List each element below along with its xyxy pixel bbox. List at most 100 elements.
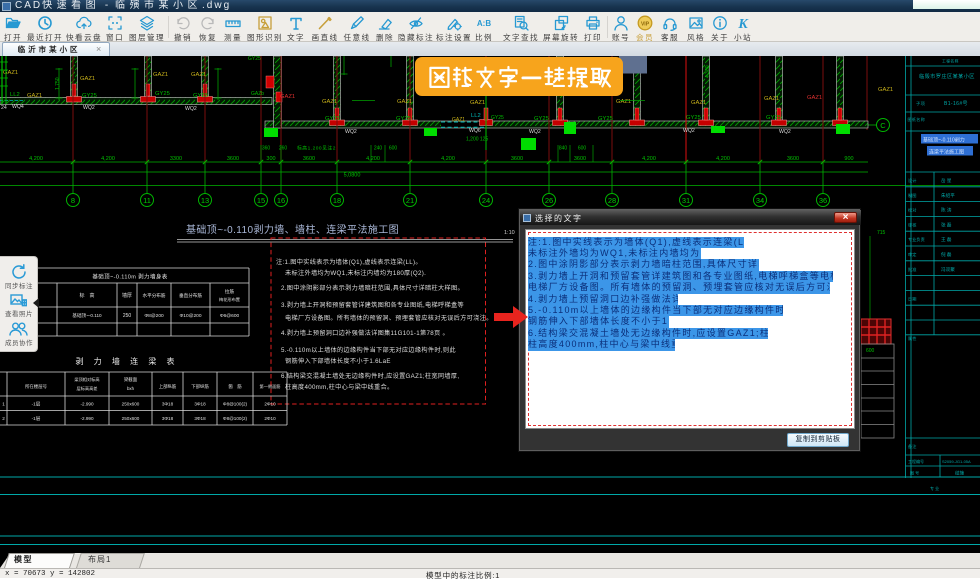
svg-text:GAZ1: GAZ1	[397, 99, 412, 105]
svg-text:结施: 结施	[955, 470, 965, 477]
svg-text:GY25: GY25	[491, 115, 504, 121]
svg-text:GY25: GY25	[598, 116, 613, 122]
svg-text:子项: 子项	[916, 100, 926, 107]
svg-text:24: 24	[1, 105, 7, 111]
svg-text:3600: 3600	[574, 156, 586, 162]
svg-text:S2059-JG1-05A: S2059-JG1-05A	[942, 459, 971, 464]
svg-text:箇 筋: 箇 筋	[228, 383, 242, 390]
svg-text:2.图中涂阴影部分表示剥力墙暗柱范围,具体尺寸详暗柱大样图。: 2.图中涂阴影部分表示剥力墙暗柱范围,具体尺寸详暗柱大样图。	[281, 284, 464, 292]
svg-text:1,750: 1,750	[55, 77, 61, 90]
svg-text:属性: 属性	[908, 335, 916, 342]
svg-text:4.剥力墙上预留洞口边补强做法详图集11G101-1第78页: 4.剥力墙上预留洞口边补强做法详图集11G101-1第78页 。	[281, 329, 449, 337]
svg-text:4,200: 4,200	[642, 156, 656, 162]
svg-text:所在楼层号: 所在楼层号	[25, 383, 48, 390]
svg-text:B1-16#号: B1-16#号	[944, 101, 968, 107]
svg-text:3Φ18: 3Φ18	[162, 402, 174, 407]
svg-text:300: 300	[266, 156, 275, 162]
svg-text:专 业: 专 业	[930, 485, 939, 491]
svg-text:6.结构梁交混凝土墙处无边缘构件时,应设置GAZ1;柱宽同墙: 6.结构梁交混凝土墙处无边缘构件时,应设置GAZ1;柱宽同墙厚,	[281, 372, 459, 380]
svg-text:4,200: 4,200	[101, 156, 115, 162]
svg-text:Φ10@200: Φ10@200	[179, 313, 201, 319]
svg-text:基础顶~-0.110剥力: 基础顶~-0.110剥力	[923, 137, 965, 144]
svg-text:LL2: LL2	[10, 92, 20, 98]
svg-text:31: 31	[682, 196, 690, 205]
svg-text:GAZ1: GAZ1	[322, 99, 337, 105]
svg-text:基础顶~-0.110: 基础顶~-0.110	[72, 312, 102, 319]
svg-text:GAZ1: GAZ1	[807, 95, 822, 101]
svg-text:600: 600	[578, 146, 587, 152]
svg-text:900: 900	[844, 156, 853, 162]
svg-text:-2.990: -2.990	[80, 402, 93, 407]
svg-text:批准: 批准	[908, 266, 916, 273]
svg-text:1:10: 1:10	[504, 230, 515, 236]
svg-text:GY25: GY25	[82, 93, 97, 99]
svg-text:连梁平法施工图: 连梁平法施工图	[929, 149, 964, 156]
svg-text:临毁市罗庄区某某小区: 临毁市罗庄区某某小区	[919, 72, 975, 80]
svg-text:840: 840	[559, 146, 568, 152]
svg-text:审核: 审核	[908, 221, 917, 228]
svg-text:36: 36	[819, 196, 827, 205]
svg-text:bxh: bxh	[127, 386, 135, 391]
svg-text:GAZ1: GAZ1	[27, 93, 42, 99]
svg-text:柱高度400mm,柱中心与梁中线重合。: 柱高度400mm,柱中心与梁中线重合。	[285, 383, 394, 391]
svg-text:11: 11	[143, 196, 151, 205]
svg-text:张 磊: 张 磊	[941, 221, 952, 228]
svg-text:GY25: GY25	[686, 115, 701, 121]
svg-text:制图: 制图	[908, 192, 916, 199]
svg-text:GY25: GY25	[193, 93, 208, 99]
svg-text:图纸名称: 图纸名称	[908, 116, 926, 122]
svg-text:WQ6: WQ6	[469, 128, 481, 134]
svg-text:岳 星: 岳 星	[941, 177, 952, 184]
svg-text:K: K	[737, 17, 749, 31]
svg-text:18: 18	[333, 196, 341, 205]
svg-text:WQ2: WQ2	[779, 129, 791, 135]
svg-text:4,200: 4,200	[29, 156, 43, 162]
svg-text:250x600: 250x600	[122, 416, 140, 421]
svg-text:WQ2: WQ2	[683, 128, 695, 134]
svg-text:Φ8@100(2): Φ8@100(2)	[223, 416, 248, 421]
svg-text:第一侧面筋: 第一侧面筋	[260, 383, 281, 390]
svg-text:4,200: 4,200	[441, 156, 455, 162]
svg-text:240: 240	[374, 146, 383, 152]
svg-text:1: 1	[2, 402, 5, 407]
svg-text:3600: 3600	[303, 156, 315, 162]
svg-text:4,200: 4,200	[716, 156, 730, 162]
svg-text:冯双聚: 冯双聚	[941, 266, 955, 273]
svg-text:24: 24	[482, 196, 490, 205]
svg-text:WQ2: WQ2	[345, 129, 357, 135]
svg-text:倪 磊: 倪 磊	[941, 251, 952, 258]
svg-text:上部纵筋: 上部纵筋	[159, 383, 177, 390]
svg-text:工程编号: 工程编号	[908, 458, 924, 464]
svg-text:GY25: GY25	[396, 116, 411, 122]
svg-text:GAZ1: GAZ1	[470, 100, 485, 106]
svg-text:GAZ1: GAZ1	[3, 70, 18, 76]
svg-text:260: 260	[279, 146, 288, 152]
svg-text:朱绍平: 朱绍平	[941, 192, 955, 199]
svg-text:GAZ1: GAZ1	[153, 72, 168, 78]
svg-text:28: 28	[608, 196, 616, 205]
svg-text:GY25: GY25	[766, 115, 781, 121]
svg-text:陈 涛: 陈 涛	[941, 207, 952, 214]
svg-text:WQ2: WQ2	[83, 105, 95, 111]
svg-text:2: 2	[2, 416, 5, 421]
svg-text:墙厚: 墙厚	[122, 292, 132, 299]
svg-text:梁顶相对标高: 梁顶相对标高	[74, 376, 99, 383]
svg-text:3.剥力墙上开洞和预留套管详建筑图和各专业图纸,电梯呼梯盒等: 3.剥力墙上开洞和预留套管详建筑图和各专业图纸,电梯呼梯盒等	[281, 301, 464, 309]
svg-text:WQ2: WQ2	[185, 106, 197, 112]
svg-text:Φ6@600: Φ6@600	[220, 313, 240, 319]
svg-text:GY25: GY25	[534, 116, 549, 122]
svg-text:5,0800: 5,0800	[344, 173, 361, 179]
svg-text:3Φ18: 3Φ18	[194, 416, 206, 421]
svg-text:GAZ1: GAZ1	[280, 94, 295, 100]
svg-text:16: 16	[277, 196, 285, 205]
svg-text:3600: 3600	[787, 156, 799, 162]
svg-text:250x600: 250x600	[122, 402, 140, 407]
svg-text:LL2: LL2	[471, 113, 481, 119]
svg-text:梁截面: 梁截面	[124, 376, 138, 383]
svg-text:GAZ1: GAZ1	[191, 72, 206, 78]
svg-text:13: 13	[201, 196, 209, 205]
svg-text:剥 力 墙 连 梁 表: 剥 力 墙 连 梁 表	[75, 356, 178, 366]
svg-text:GAZ1: GAZ1	[878, 87, 893, 93]
svg-text:工程名称: 工程名称	[942, 59, 959, 64]
svg-text:26: 26	[545, 196, 553, 205]
